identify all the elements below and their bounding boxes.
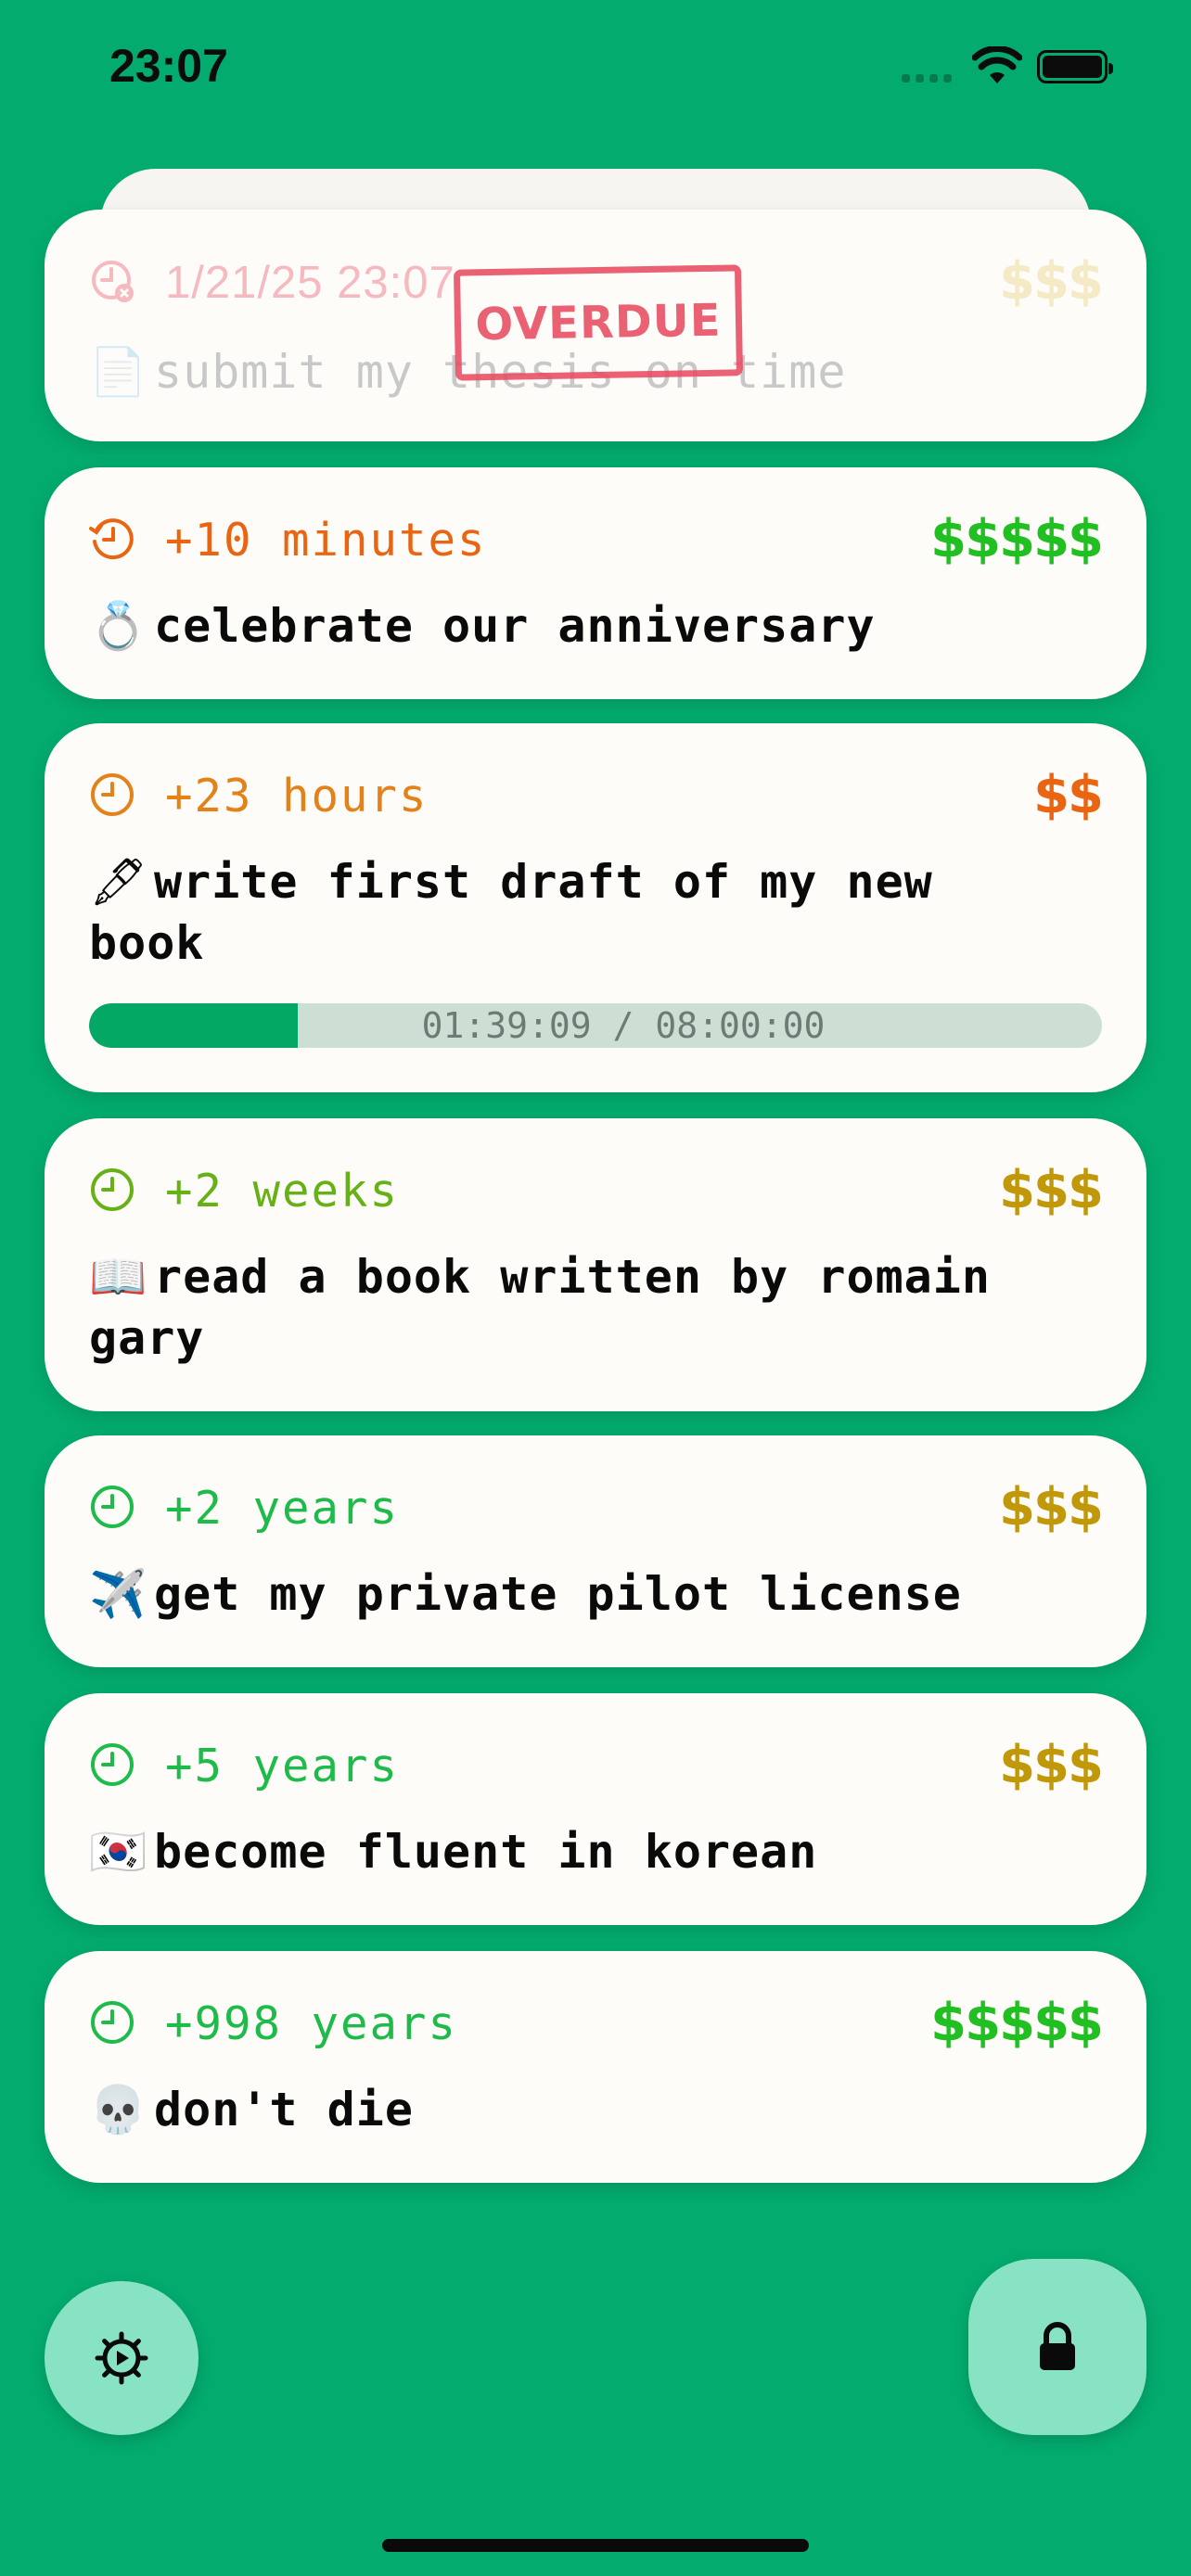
gear-icon [95, 2331, 148, 2385]
cost-label: $$ [1033, 765, 1104, 825]
clock-icon [91, 773, 134, 816]
task-title: ✈️ get my private pilot license [89, 1563, 1102, 1625]
task-title: 📖 read a book written by romain gary [89, 1246, 1035, 1369]
home-indicator[interactable] [382, 2539, 809, 2552]
task-title-text: write first draft of my new book [89, 855, 933, 970]
cost-label: $$$ [999, 251, 1104, 312]
task-title-text: become fluent in korean [154, 1825, 818, 1879]
due-label: +10 minutes [165, 514, 487, 567]
cost-label: $$$ [999, 1477, 1104, 1537]
task-card[interactable]: +23 hours $$ 🖋 write first draft of my ne… [45, 723, 1146, 1092]
clock-icon [91, 2001, 134, 2044]
task-card[interactable]: +5 years $$$ 🇰🇷 become fluent in korean [45, 1693, 1146, 1925]
clock-icon [91, 1486, 134, 1528]
cost-label: $$$$$ [930, 509, 1104, 569]
wifi-icon [972, 46, 1022, 83]
task-title-text: celebrate our anniversary [154, 599, 876, 653]
task-card[interactable]: +2 weeks $$$ 📖 read a book written by rom… [45, 1118, 1146, 1411]
due-label: +23 hours [165, 770, 429, 823]
task-card[interactable]: +998 years $$$$$ 💀 don't die [45, 1951, 1146, 2183]
status-time: 23:07 [109, 40, 228, 92]
cost-label: $$$ [999, 1735, 1104, 1795]
due-label: +998 years [165, 1997, 458, 2050]
task-title: 🇰🇷 become fluent in korean [89, 1821, 1035, 1882]
due-label: 1/21/25 23:07 [165, 258, 455, 308]
cost-label: $$$ [999, 1160, 1104, 1220]
task-emoji: ✈️ [89, 1567, 148, 1621]
cost-label: $$$$$ [930, 1993, 1104, 2053]
cellular-signal-icon [902, 74, 952, 83]
task-emoji: 💀 [89, 2083, 148, 2136]
task-emoji: 💍 [89, 599, 148, 653]
due-label: +5 years [165, 1740, 400, 1792]
due-label: +2 weeks [165, 1165, 400, 1218]
progress-bar: 01:39:09 / 08:00:00 [89, 1003, 1102, 1048]
task-card[interactable]: 1/21/25 23:07 $$$ 📄 submit my thesis on t… [45, 210, 1146, 441]
task-emoji: 📄 [89, 345, 148, 399]
due-label: +2 years [165, 1482, 400, 1535]
clock-overdue-icon [92, 261, 134, 302]
settings-button[interactable] [45, 2281, 198, 2435]
battery-icon [1037, 50, 1113, 83]
task-title: 💀 don't die [89, 2079, 1035, 2140]
task-title: 💍 celebrate our anniversary [89, 595, 1035, 657]
clock-icon [91, 1168, 134, 1211]
clock-icon [91, 1743, 134, 1786]
task-title: 🖋 write first draft of my new book [89, 851, 1035, 974]
task-title-text: don't die [154, 2083, 414, 2136]
overdue-stamp: OVERDUE [453, 264, 744, 381]
task-title-text: read a book written by romain gary [89, 1250, 991, 1365]
task-title-text: get my private pilot license [154, 1567, 962, 1621]
clock-snooze-icon [89, 518, 134, 560]
task-emoji: 🇰🇷 [89, 1825, 148, 1879]
task-emoji: 📖 [89, 1250, 148, 1304]
task-card[interactable]: +10 minutes $$$$$ 💍 celebrate our anniver… [45, 467, 1146, 699]
task-emoji: 🖋 [89, 855, 149, 909]
lock-button[interactable] [968, 2259, 1146, 2435]
task-card[interactable]: +2 years $$$ ✈️ get my private pilot lice… [45, 1435, 1146, 1667]
lock-icon [1040, 2322, 1075, 2370]
progress-text: 01:39:09 / 08:00:00 [421, 1005, 826, 1046]
